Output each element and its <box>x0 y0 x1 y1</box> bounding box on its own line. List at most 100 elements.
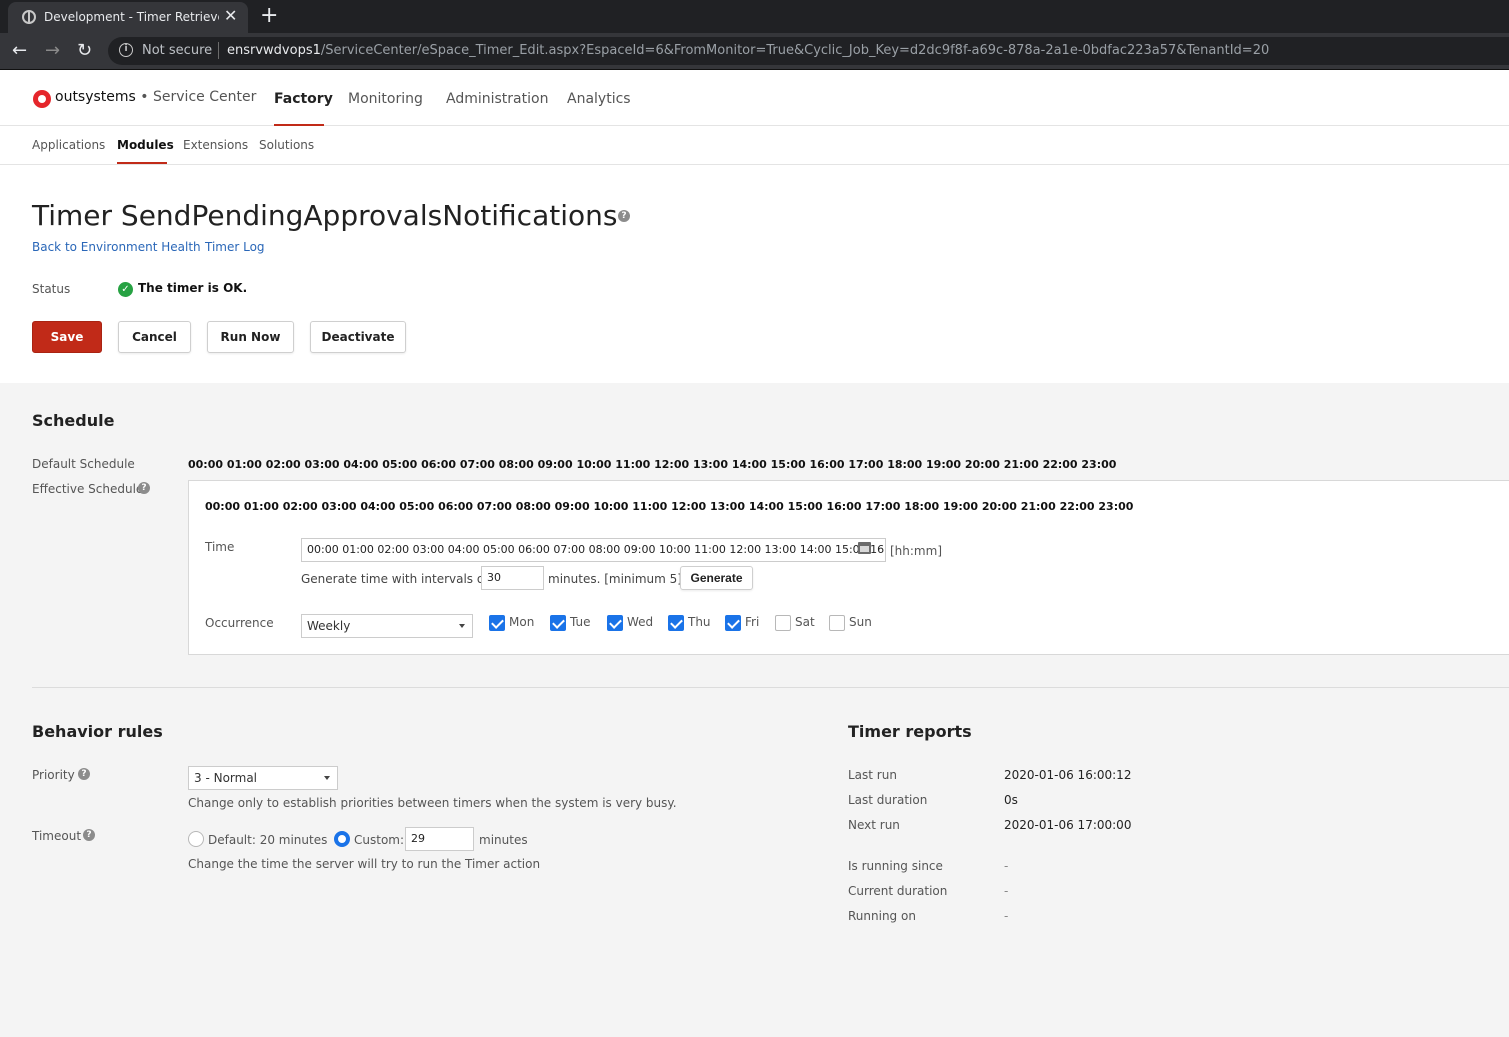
timeout-custom-input[interactable]: 29 <box>405 827 474 851</box>
occurrence-value: Weekly <box>307 619 351 633</box>
timeout-custom-radio[interactable] <box>334 831 350 847</box>
url-text: ensrvwdvops1/ServiceCenter/eSpace_Timer_… <box>227 43 1269 58</box>
priority-select[interactable]: 3 - Normal <box>188 766 338 790</box>
default-schedule-value: 00:00 01:00 02:00 03:00 04:00 05:00 06:0… <box>188 458 1117 471</box>
back-arrow-icon[interactable]: ← <box>12 40 27 61</box>
info-icon[interactable]: i <box>119 43 133 57</box>
priority-label: Priority <box>32 768 75 782</box>
globe-icon <box>22 10 36 24</box>
report-value-last-run: 2020-01-06 16:00:12 <box>1004 768 1132 782</box>
url-path: /ServiceCenter/eSpace_Timer_Edit.aspx?Es… <box>320 43 1270 58</box>
forward-arrow-icon[interactable]: → <box>45 40 60 61</box>
timeout-default-radio[interactable] <box>188 831 204 847</box>
run-now-button[interactable]: Run Now <box>207 321 294 353</box>
title-help-icon[interactable]: ? <box>618 210 630 222</box>
timeout-unit: minutes <box>479 833 528 847</box>
chevron-down-icon <box>459 624 465 628</box>
brand-name: outsystems <box>55 89 136 105</box>
url-host: ensrvwdvops1 <box>227 43 321 58</box>
report-label-running-on: Running on <box>848 909 916 923</box>
report-label-running-since: Is running since <box>848 859 943 873</box>
cancel-button[interactable]: Cancel <box>118 321 191 353</box>
close-tab-icon[interactable]: ✕ <box>224 6 237 25</box>
subnav-applications[interactable]: Applications <box>32 138 105 152</box>
subnav-extensions[interactable]: Extensions <box>183 138 248 152</box>
timeout-label: Timeout <box>32 829 82 843</box>
subnav-solutions[interactable]: Solutions <box>259 138 314 152</box>
nav-monitoring[interactable]: Monitoring <box>348 91 423 107</box>
calendar-icon[interactable] <box>858 542 871 554</box>
day-label-mon: Mon <box>509 615 535 629</box>
subnav-active-indicator <box>117 162 167 164</box>
new-tab-icon[interactable]: + <box>260 3 278 28</box>
day-label-sat: Sat <box>795 615 815 629</box>
checkbox-sat[interactable] <box>775 615 791 631</box>
timeout-custom-label: Custom: <box>354 833 405 847</box>
default-schedule-label: Default Schedule <box>32 457 135 471</box>
day-label-sun: Sun <box>849 615 872 629</box>
occurrence-select[interactable]: Weekly <box>301 614 473 638</box>
deactivate-button[interactable]: Deactivate <box>310 321 406 353</box>
nav-analytics[interactable]: Analytics <box>567 91 631 107</box>
timeout-help-icon[interactable]: ? <box>83 829 95 841</box>
checkbox-sun[interactable] <box>829 615 845 631</box>
timeout-hint: Change the time the server will try to r… <box>188 857 541 871</box>
priority-hint: Change only to establish priorities betw… <box>188 796 677 810</box>
brand[interactable]: outsystems • Service Center <box>55 89 256 105</box>
timer-reports-title: Timer reports <box>848 722 972 741</box>
priority-help-icon[interactable]: ? <box>78 768 90 780</box>
outsystems-logo-icon[interactable] <box>33 90 51 108</box>
day-label-fri: Fri <box>745 615 760 629</box>
nav-administration[interactable]: Administration <box>446 91 548 107</box>
interval-suffix: minutes. [minimum 5] <box>548 572 682 586</box>
tab-title: Development - Timer RetrievePa <box>44 10 219 24</box>
chevron-down-icon <box>324 776 330 780</box>
behavior-rules-title: Behavior rules <box>32 722 163 741</box>
timeout-default-label: Default: 20 minutes <box>208 833 328 847</box>
not-secure-label: Not secure <box>142 43 213 58</box>
day-label-wed: Wed <box>627 615 654 629</box>
subnav-modules[interactable]: Modules <box>117 138 174 152</box>
status-label: Status <box>32 282 71 296</box>
app-header: outsystems • Service Center Factory Moni… <box>0 70 1509 126</box>
interval-input[interactable]: 30 <box>481 566 544 590</box>
report-label-last-run: Last run <box>848 768 897 782</box>
url-field[interactable]: i Not secure ensrvwdvops1/ServiceCenter/… <box>108 37 1509 65</box>
check-circle-icon: ✓ <box>118 282 133 297</box>
effective-schedule-help-icon[interactable]: ? <box>138 482 150 494</box>
browser-tab-bar: Development - Timer RetrievePa ✕ + <box>0 0 1509 33</box>
checkbox-tue[interactable] <box>550 615 566 631</box>
report-value-next-run: 2020-01-06 17:00:00 <box>1004 818 1132 832</box>
brand-sub: Service Center <box>153 89 257 105</box>
browser-tab[interactable]: Development - Timer RetrievePa ✕ <box>8 2 248 33</box>
time-format-hint: [hh:mm] <box>890 544 942 558</box>
report-value-running-since: - <box>1004 859 1009 873</box>
effective-schedule-value: 00:00 01:00 02:00 03:00 04:00 05:00 06:0… <box>205 500 1134 513</box>
checkbox-wed[interactable] <box>607 615 623 631</box>
report-label-current-duration: Current duration <box>848 884 948 898</box>
schedule-title: Schedule <box>32 411 115 430</box>
day-label-thu: Thu <box>688 615 711 629</box>
page-title: Timer SendPendingApprovalsNotifications <box>32 199 618 232</box>
url-separator <box>218 42 219 59</box>
brand-separator: • <box>135 89 154 105</box>
section-divider <box>32 687 1509 688</box>
save-button[interactable]: Save <box>32 321 102 353</box>
nav-factory[interactable]: Factory <box>274 91 333 107</box>
timer-log-link[interactable]: Timer Log <box>205 240 265 254</box>
reload-icon[interactable]: ↻ <box>77 40 92 61</box>
time-label: Time <box>205 540 235 554</box>
report-label-last-duration: Last duration <box>848 793 928 807</box>
back-to-environment-health-link[interactable]: Back to Environment Health <box>32 240 201 254</box>
report-value-current-duration: - <box>1004 884 1009 898</box>
effective-schedule-label: Effective Schedule <box>32 482 144 496</box>
report-value-running-on: - <box>1004 909 1009 923</box>
time-input[interactable]: 00:00 01:00 02:00 03:00 04:00 05:00 06:0… <box>301 538 886 562</box>
report-label-next-run: Next run <box>848 818 900 832</box>
checkbox-thu[interactable] <box>668 615 684 631</box>
generate-button[interactable]: Generate <box>680 566 753 590</box>
interval-prefix: Generate time with intervals of <box>301 572 489 586</box>
checkbox-mon[interactable] <box>489 615 505 631</box>
occurrence-label: Occurrence <box>205 616 274 630</box>
checkbox-fri[interactable] <box>725 615 741 631</box>
